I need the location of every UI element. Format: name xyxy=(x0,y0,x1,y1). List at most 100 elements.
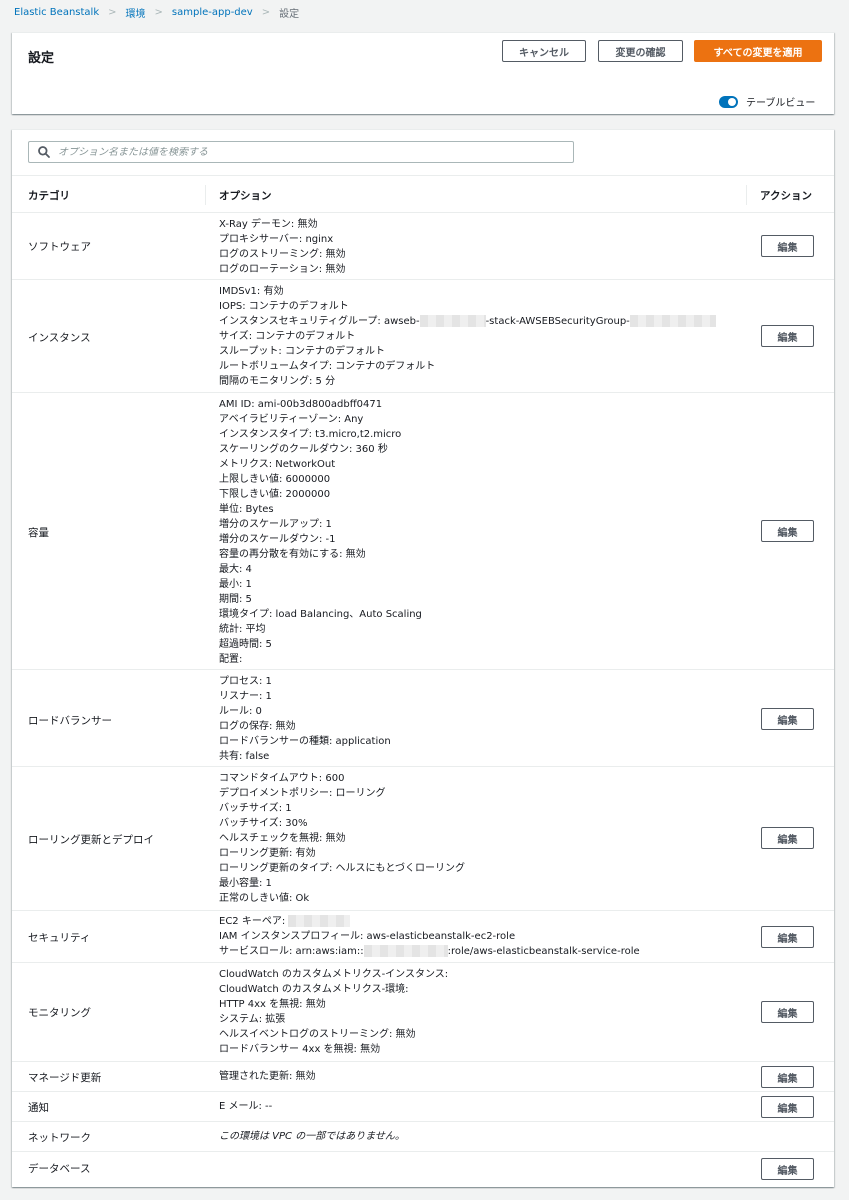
option-item: 容量の再分散を有効にする: 無効 xyxy=(219,549,366,560)
option-item: AMI ID: ami-00b3d800adbff0471 xyxy=(219,399,383,410)
option-item: 上限しきい値: 6000000 xyxy=(219,474,331,485)
option-item: アベイラビリティーゾーン: Any xyxy=(219,414,364,425)
chevron-right-icon: > xyxy=(108,7,117,18)
table-view-label: テーブルビュー xyxy=(746,98,816,109)
edit-button[interactable]: 編集 xyxy=(761,520,814,542)
table-row-managed-updates: マネージド更新 管理された更新: 無効 編集 xyxy=(12,1062,834,1092)
option-item: CloudWatch のカスタムメトリクス-インスタンス: xyxy=(219,969,449,980)
option-item: 増分のスケールダウン: -1 xyxy=(219,534,336,545)
option-item: コマンドタイムアウト: 600 xyxy=(219,773,345,784)
option-text: EC2 キーペア: xyxy=(219,916,289,927)
edit-button[interactable]: 編集 xyxy=(761,926,814,948)
redacted-block xyxy=(419,315,486,327)
option-item: 間隔のモニタリング: 5 分 xyxy=(219,376,336,387)
option-item: プロセス: 1 xyxy=(219,676,272,687)
option-text: :role/aws-elasticbeanstalk-service-role xyxy=(447,946,640,957)
option-item: ログのストリーミング: 無効 xyxy=(219,249,346,260)
edit-button[interactable]: 編集 xyxy=(761,827,814,849)
option-item: 増分のスケールアップ: 1 xyxy=(219,519,332,530)
redacted-block xyxy=(288,915,351,927)
option-item: E メール: -- xyxy=(219,1101,273,1112)
option-item: ヘルスイベントログのストリーミング: 無効 xyxy=(219,1029,416,1040)
breadcrumb-current: 設定 xyxy=(279,9,300,20)
option-item: X-Ray デーモン: 無効 xyxy=(219,219,318,230)
row-category: 通知 xyxy=(28,1102,49,1114)
redacted-block xyxy=(629,315,716,327)
row-options: 管理された更新: 無効 xyxy=(219,1069,316,1084)
table-row-notifications: 通知 E メール: -- 編集 xyxy=(12,1092,834,1122)
search-input[interactable] xyxy=(58,146,558,158)
option-item: IMDSv1: 有効 xyxy=(219,286,284,297)
table-row-rolling-updates: ローリング更新とデプロイ コマンドタイムアウト: 600 デプロイメントポリシー… xyxy=(12,767,834,911)
table-row-network: ネットワーク この環境は VPC の一部ではありません。 xyxy=(12,1122,834,1152)
row-category: モニタリング xyxy=(28,1007,91,1019)
table-row-monitoring: モニタリング CloudWatch のカスタムメトリクス-インスタンス: Clo… xyxy=(12,963,834,1062)
review-changes-button[interactable]: 変更の確認 xyxy=(598,40,683,62)
row-options: E メール: -- xyxy=(219,1099,272,1114)
option-item: ロードバランサーの種類: application xyxy=(219,736,391,747)
option-item: CloudWatch のカスタムメトリクス-環境: xyxy=(219,984,409,995)
edit-button[interactable]: 編集 xyxy=(761,1158,814,1180)
option-item: 共有: false xyxy=(219,751,270,762)
row-category: データベース xyxy=(28,1163,91,1175)
redacted-block xyxy=(363,945,448,957)
search-box[interactable] xyxy=(28,141,574,163)
toggle-switch[interactable] xyxy=(719,95,738,108)
breadcrumb-environments[interactable]: 環境 xyxy=(126,5,146,20)
table-view-toggle[interactable]: テーブルビュー xyxy=(719,94,815,109)
option-item: 単位: Bytes xyxy=(219,504,274,515)
table-row-database: データベース 編集 xyxy=(12,1152,834,1186)
option-item: ログの保存: 無効 xyxy=(219,721,296,732)
option-text: サービスロール: arn:aws:iam:: xyxy=(219,946,364,957)
option-item: バッチサイズ: 1 xyxy=(219,803,292,814)
option-item: 配置: xyxy=(219,654,243,665)
column-divider xyxy=(746,185,747,205)
option-item: IAM インスタンスプロフィール: aws-elasticbeanstalk-e… xyxy=(219,931,516,942)
edit-button[interactable]: 編集 xyxy=(761,1096,814,1118)
edit-button[interactable]: 編集 xyxy=(761,708,814,730)
table-header: カテゴリ オプション アクション xyxy=(12,175,834,213)
edit-button[interactable]: 編集 xyxy=(761,235,814,257)
table-row-software: ソフトウェア X-Ray デーモン: 無効 プロキシサーバー: nginx ログ… xyxy=(12,213,834,280)
option-text: インスタンスセキュリティグループ: awseb- xyxy=(219,316,420,327)
cancel-button[interactable]: キャンセル xyxy=(502,40,586,62)
breadcrumb-environment[interactable]: sample-app-dev xyxy=(172,7,253,18)
edit-button[interactable]: 編集 xyxy=(761,1001,814,1023)
row-options: コマンドタイムアウト: 600 デプロイメントポリシー: ローリング バッチサイ… xyxy=(219,771,465,906)
option-item: インスタンスタイプ: t3.micro,t2.micro xyxy=(219,429,402,440)
row-options: EC2 キーペア: IAM インスタンスプロフィール: aws-elasticb… xyxy=(219,914,640,959)
toggle-knob xyxy=(728,97,736,106)
row-options: X-Ray デーモン: 無効 プロキシサーバー: nginx ログのストリーミン… xyxy=(219,217,346,277)
option-item: サービスロール: arn:aws:iam:::role/aws-elasticb… xyxy=(219,944,640,959)
row-category: セキュリティ xyxy=(28,932,91,944)
breadcrumb-elastic-beanstalk[interactable]: Elastic Beanstalk xyxy=(14,7,99,18)
option-item: ヘルスチェックを無視: 無効 xyxy=(219,833,346,844)
option-item: 下限しきい値: 2000000 xyxy=(219,489,331,500)
option-item: 最大: 4 xyxy=(219,564,252,575)
options-table-panel: カテゴリ オプション アクション ソフトウェア X-Ray デーモン: 無効 プ… xyxy=(12,129,834,1187)
option-item: ルートボリュームタイプ: コンテナのデフォルト xyxy=(219,361,436,372)
option-item: リスナー: 1 xyxy=(219,691,272,702)
table-row-security: セキュリティ EC2 キーペア: IAM インスタンスプロフィール: aws-e… xyxy=(12,911,834,963)
option-item: スケーリングのクールダウン: 360 秒 xyxy=(219,444,388,455)
chevron-right-icon: > xyxy=(261,7,271,18)
option-item: 正常のしきい値: Ok xyxy=(219,893,310,904)
option-item: バッチサイズ: 30% xyxy=(219,818,308,829)
option-item: この環境は VPC の一部ではありません。 xyxy=(219,1131,405,1142)
option-item: EC2 キーペア: xyxy=(219,914,640,929)
table-row-load-balancer: ロードバランサー プロセス: 1 リスナー: 1 ルール: 0 ログの保存: 無… xyxy=(12,670,834,767)
apply-all-changes-button[interactable]: すべての変更を適用 xyxy=(694,40,822,62)
row-category: ネットワーク xyxy=(28,1132,91,1144)
table-row-capacity: 容量 AMI ID: ami-00b3d800adbff0471 アベイラビリテ… xyxy=(12,393,834,670)
table-row-instances: インスタンス IMDSv1: 有効 IOPS: コンテナのデフォルト インスタン… xyxy=(12,280,834,393)
option-item: 最小: 1 xyxy=(219,579,252,590)
chevron-right-icon: > xyxy=(154,7,163,18)
row-category: ロードバランサー xyxy=(28,715,112,727)
option-item: 環境タイプ: load Balancing、Auto Scaling xyxy=(219,609,422,620)
edit-button[interactable]: 編集 xyxy=(761,1066,814,1088)
row-category: ローリング更新とデプロイ xyxy=(28,834,154,846)
row-category: 容量 xyxy=(28,527,49,539)
option-item: メトリクス: NetworkOut xyxy=(219,459,336,470)
column-divider xyxy=(205,185,206,205)
edit-button[interactable]: 編集 xyxy=(761,325,814,347)
